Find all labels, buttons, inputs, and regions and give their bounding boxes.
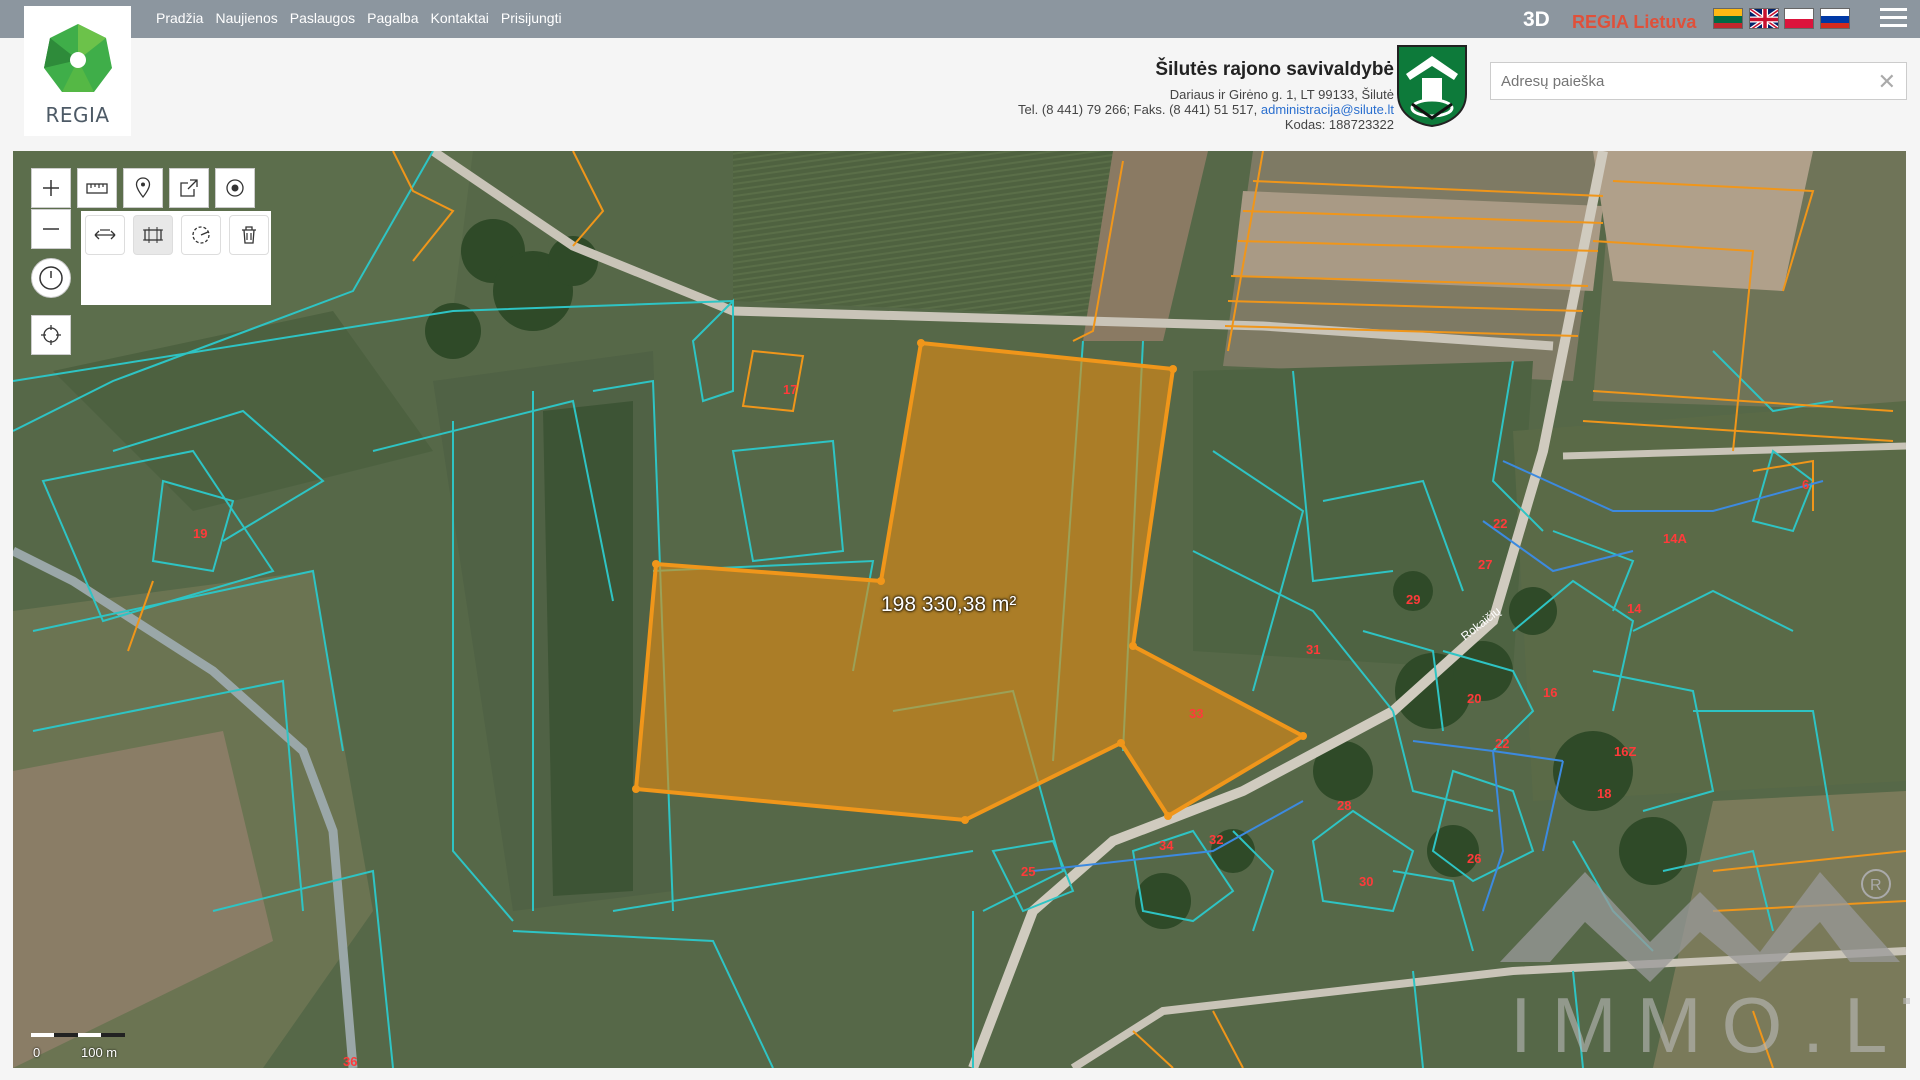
main-nav: Pradžia Naujienos Paslaugos Pagalba Kont… (156, 10, 562, 26)
plot-number: 33 (1189, 706, 1203, 721)
plot-number: 25 (1021, 864, 1035, 879)
coat-of-arms-icon (1397, 45, 1467, 128)
layer-point-button[interactable] (215, 168, 255, 208)
trash-icon (242, 226, 256, 244)
clear-measurements-button[interactable] (229, 215, 269, 255)
plot-number: 6 (1802, 477, 1809, 492)
municipality-contact: Tel. (8 441) 79 266; Faks. (8 441) 51 51… (1018, 102, 1394, 117)
plot-number: 22 (1493, 516, 1507, 531)
plot-number: 27 (1478, 557, 1492, 572)
3d-button[interactable]: 3D (1523, 8, 1550, 32)
municipality-email-link[interactable]: administracija@silute.lt (1261, 102, 1394, 117)
nav-login[interactable]: Prisijungti (501, 10, 562, 26)
zoom-in-button[interactable] (31, 168, 71, 208)
measure-tool-button[interactable] (77, 168, 117, 208)
nav-home[interactable]: Pradžia (156, 10, 203, 26)
plot-number: 31 (1306, 642, 1320, 657)
crosshair-icon (41, 325, 61, 345)
share-icon (180, 179, 198, 197)
radius-icon (192, 226, 210, 244)
target-icon (226, 179, 244, 197)
municipality-address: Dariaus ir Girėno g. 1, LT 99133, Šilutė (1169, 87, 1394, 102)
flag-en-icon[interactable] (1749, 8, 1779, 29)
plus-icon (43, 180, 59, 196)
top-bar: Pradžia Naujienos Paslaugos Pagalba Kont… (0, 0, 1920, 38)
plot-number: 20 (1467, 691, 1481, 706)
plot-number: 36 (343, 1054, 357, 1068)
nav-news[interactable]: Naujienos (215, 10, 277, 26)
plot-number: 14 (1627, 601, 1642, 616)
scale-bar (31, 1031, 125, 1039)
measure-distance-button[interactable] (85, 215, 125, 255)
regia-logo[interactable]: REGIA (24, 6, 131, 136)
nav-help[interactable]: Pagalba (367, 10, 418, 26)
immo-watermark: R IMMO.LT (1490, 862, 1920, 1072)
regia-logo-icon (44, 24, 112, 92)
scale-distance-label: 100 m (81, 1045, 118, 1060)
regia-logo-text: REGIA (45, 103, 110, 127)
flag-pl-icon[interactable] (1784, 8, 1814, 29)
scale-zero-label: 0 (33, 1045, 41, 1060)
area-icon (143, 227, 163, 243)
pin-tool-button[interactable] (123, 168, 163, 208)
nav-services[interactable]: Paslaugos (290, 10, 355, 26)
immo-logo-icon: R IMMO.LT (1500, 869, 1920, 1069)
plot-number: 26 (1467, 851, 1481, 866)
clear-search-icon[interactable]: ✕ (1878, 69, 1896, 95)
municipality-title: Šilutės rajono savivaldybė (1155, 59, 1394, 80)
address-search-input[interactable] (1491, 63, 1861, 99)
address-search: ✕ (1490, 62, 1907, 100)
plot-number: 28 (1337, 798, 1351, 813)
regia-lietuva-link[interactable]: REGIA Lietuva (1572, 12, 1696, 33)
municipality-phone: Tel. (8 441) 79 266; Faks. (8 441) 51 51… (1018, 102, 1261, 117)
locate-button[interactable] (31, 315, 71, 355)
measure-area-button[interactable] (133, 215, 173, 255)
clock-icon (39, 266, 63, 290)
plot-number: 19 (193, 526, 207, 541)
map-pin-icon (135, 177, 151, 199)
hamburger-menu-icon[interactable] (1880, 8, 1907, 30)
plot-number: 29 (1406, 592, 1420, 607)
flag-lt-icon[interactable] (1713, 8, 1743, 29)
plot-number: 16Z (1614, 744, 1636, 759)
svg-text:R: R (1870, 877, 1882, 894)
plot-number: 17 (783, 382, 797, 397)
nav-contacts[interactable]: Kontaktai (431, 10, 489, 26)
flag-ru-icon[interactable] (1820, 8, 1850, 29)
ruler-icon (86, 183, 108, 194)
area-measurement-label: 198 330,38 m² (881, 593, 1017, 616)
zoom-out-button[interactable] (31, 209, 71, 249)
history-button[interactable] (31, 258, 71, 298)
distance-icon (94, 229, 116, 240)
watermark-text: IMMO.LT (1510, 981, 1910, 1069)
plot-number: 14A (1663, 531, 1687, 546)
measure-radius-button[interactable] (181, 215, 221, 255)
plot-number: 34 (1159, 838, 1174, 853)
municipality-code: Kodas: 188723322 (1284, 117, 1394, 132)
plot-number: 30 (1359, 874, 1373, 889)
plot-number: 32 (1209, 832, 1223, 847)
share-button[interactable] (169, 168, 209, 208)
plot-number: 22 (1495, 736, 1509, 751)
minus-icon (43, 228, 59, 230)
plot-number: 16 (1543, 685, 1557, 700)
measure-tools-panel (81, 211, 271, 305)
plot-number: 18 (1597, 786, 1611, 801)
